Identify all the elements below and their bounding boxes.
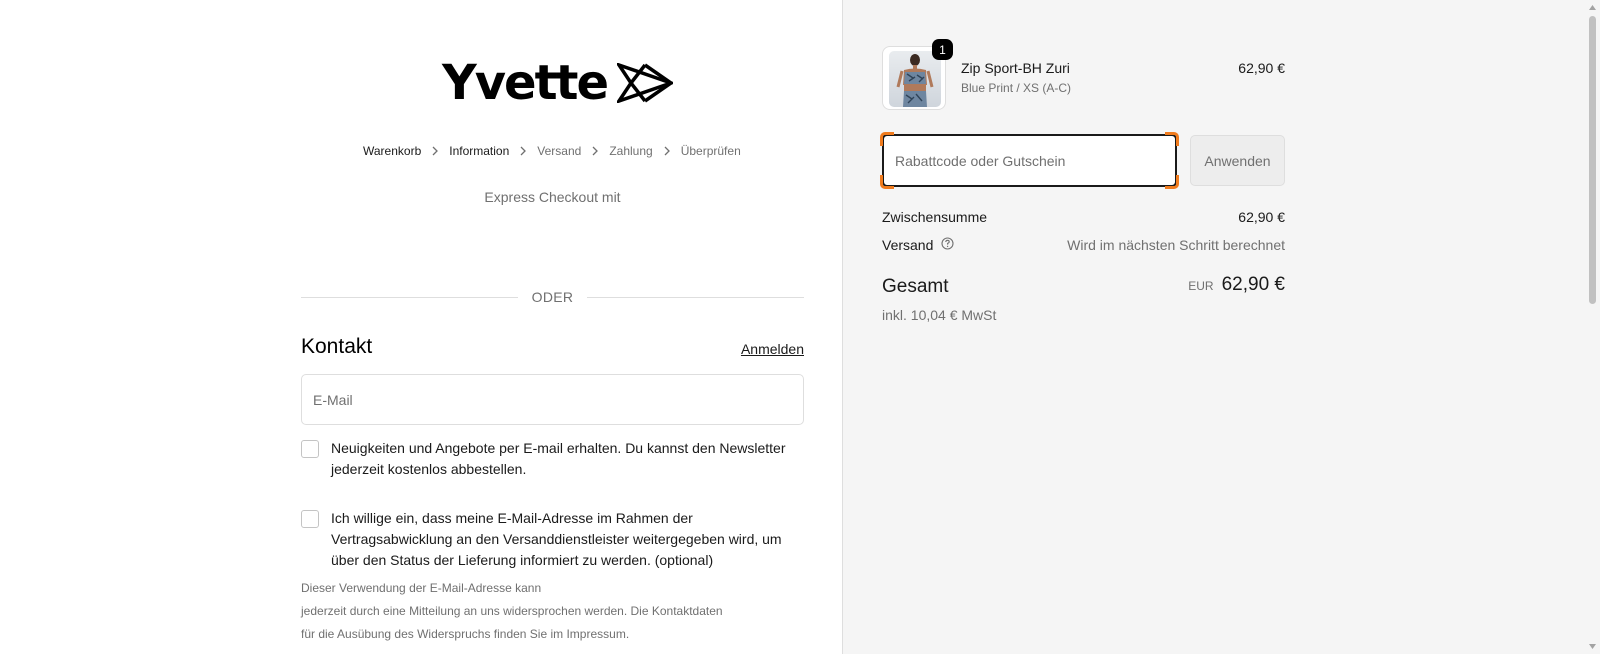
focus-highlight-corner — [1165, 175, 1179, 189]
product-variant: Blue Print / XS (A-C) — [961, 81, 1072, 95]
scrollbar-thumb[interactable] — [1589, 16, 1596, 304]
product-name: Zip Sport-BH Zuri — [961, 60, 1070, 76]
breadcrumb-review: Überprüfen — [680, 144, 741, 158]
apply-discount-button[interactable]: Anwenden — [1190, 135, 1285, 186]
or-divider: ODER — [301, 289, 804, 305]
shipping-label: Versand — [882, 237, 934, 253]
discount-code-field — [880, 132, 1179, 189]
scroll-up-arrow-icon[interactable] — [1588, 3, 1597, 12]
product-photo-icon — [896, 54, 934, 107]
newsletter-label[interactable]: Neuigkeiten und Angebote per E-mail erha… — [331, 438, 804, 480]
consent-notice-line: Dieser Verwendung der E-Mail-Adresse kan… — [301, 581, 542, 595]
focus-highlight-corner — [1165, 132, 1179, 146]
chevron-right-icon — [653, 146, 681, 156]
shipping-value: Wird im nächsten Schritt berechnet — [1067, 237, 1285, 253]
chevron-right-icon — [421, 146, 449, 156]
order-summary — [842, 0, 1600, 654]
newsletter-checkbox[interactable] — [301, 440, 319, 458]
login-link[interactable]: Anmelden — [741, 341, 804, 357]
scroll-down-arrow-icon[interactable] — [1588, 642, 1597, 651]
shipping-consent-label[interactable]: Ich willige ein, dass meine E-Mail-Adres… — [331, 508, 804, 571]
brand-logo[interactable]: Yvette — [442, 55, 674, 111]
breadcrumb-payment: Zahlung — [609, 144, 653, 158]
divider-line — [587, 296, 804, 298]
tax-note: inkl. 10,04 € MwSt — [882, 307, 997, 323]
consent-notice-line: jederzeit durch eine Mitteilung an uns w… — [301, 604, 723, 618]
or-label: ODER — [531, 289, 574, 305]
checkout-main: Yvette Warenkorb Information Versand Zah… — [0, 0, 842, 654]
quantity-badge: 1 — [932, 39, 953, 60]
focus-highlight-corner — [880, 132, 894, 146]
total-value: EUR 62,90 € — [1188, 274, 1285, 296]
contact-heading: Kontakt — [301, 335, 373, 358]
newsletter-option: Neuigkeiten und Angebote per E-mail erha… — [301, 438, 804, 480]
chevron-right-icon — [581, 146, 609, 156]
divider-line — [301, 296, 518, 298]
express-checkout-label: Express Checkout mit — [484, 189, 621, 205]
consent-notice-line: für die Ausübung des Widerspruchs finden… — [301, 627, 630, 641]
brand-logo-text: Yvette — [442, 55, 609, 111]
focus-highlight-corner — [880, 175, 894, 189]
discount-code-input[interactable] — [882, 134, 1177, 187]
breadcrumb-shipping: Versand — [537, 144, 582, 158]
subtotal-value: 62,90 € — [1238, 209, 1285, 225]
question-circle-icon[interactable] — [941, 237, 954, 253]
total-label: Gesamt — [882, 276, 949, 297]
shipping-label-row: Versand — [882, 237, 954, 253]
breadcrumb-information: Information — [449, 144, 510, 158]
product-thumbnail: 1 — [882, 39, 953, 110]
email-input[interactable] — [301, 374, 804, 425]
breadcrumb: Warenkorb Information Versand Zahlung Üb… — [363, 144, 741, 158]
consent-notice: Dieser Verwendung der E-Mail-Adresse kan… — [301, 577, 723, 646]
chevron-right-icon — [509, 146, 537, 156]
shipping-consent-option: Ich willige ein, dass meine E-Mail-Adres… — [301, 508, 804, 571]
breadcrumb-cart[interactable]: Warenkorb — [363, 144, 421, 158]
paper-plane-logo-icon — [617, 63, 674, 103]
product-image — [889, 51, 941, 107]
product-price: 62,90 € — [1238, 60, 1285, 76]
subtotal-label: Zwischensumme — [882, 209, 988, 225]
page-scrollbar[interactable] — [1585, 0, 1600, 654]
total-currency: EUR — [1188, 279, 1214, 293]
total-amount: 62,90 € — [1221, 274, 1285, 295]
shipping-consent-checkbox[interactable] — [301, 510, 319, 528]
